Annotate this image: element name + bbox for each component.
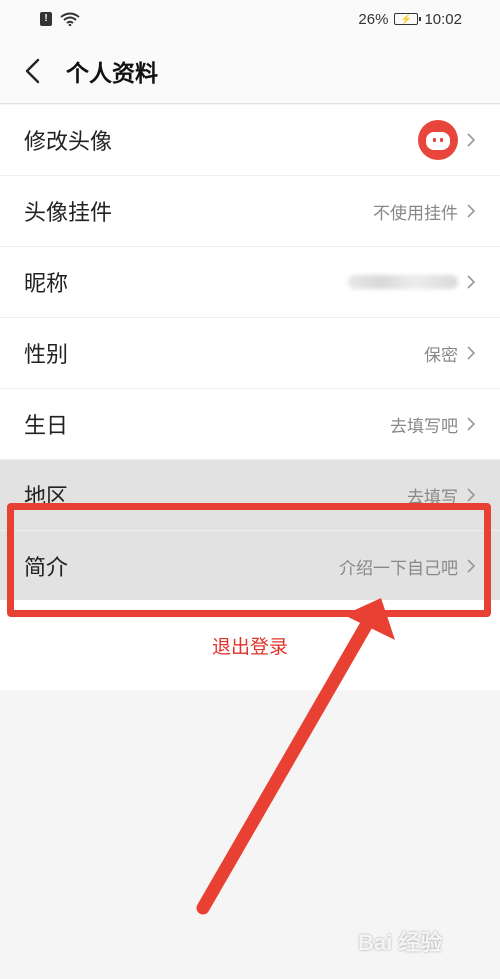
wifi-icon <box>60 12 80 26</box>
row-label: 性别 <box>24 343 69 368</box>
watermark: Bai 经验 <box>358 930 443 955</box>
page-title: 个人资料 <box>66 60 158 87</box>
row-gender[interactable]: 性别 保密 <box>0 318 500 389</box>
row-label: 生日 <box>24 414 69 439</box>
avatar <box>418 120 458 160</box>
clock: 10:02 <box>424 10 462 28</box>
sim-alert-icon: ! <box>40 12 52 26</box>
logout-area: 退出登录 <box>0 600 500 690</box>
row-value: 不使用挂件 <box>373 203 458 224</box>
row-birthday[interactable]: 生日 去填写吧 <box>0 389 500 460</box>
row-right: 去填写 <box>407 483 476 508</box>
row-label: 地区 <box>24 485 69 510</box>
status-left: ! <box>40 12 80 26</box>
row-right: 去填写吧 <box>390 412 476 437</box>
chevron-right-icon <box>467 559 476 573</box>
row-right: 不使用挂件 <box>373 199 476 224</box>
row-value: 保密 <box>424 345 458 366</box>
row-right <box>348 274 476 290</box>
row-change-avatar[interactable]: 修改头像 <box>0 105 500 176</box>
row-label: 头像挂件 <box>24 201 113 226</box>
chevron-right-icon <box>467 204 476 218</box>
row-bio[interactable]: 简介 介绍一下自己吧 <box>0 531 500 602</box>
chevron-right-icon <box>467 133 476 147</box>
row-right: 保密 <box>424 341 476 366</box>
logout-button[interactable]: 退出登录 <box>212 632 288 659</box>
battery-percent: 26% <box>358 10 389 28</box>
row-label: 修改头像 <box>24 130 113 155</box>
row-right: 介绍一下自己吧 <box>339 554 476 579</box>
row-value: 去填写 <box>407 487 458 508</box>
header: 个人资料 <box>0 38 500 104</box>
profile-list: 修改头像 头像挂件 不使用挂件 昵称 性别 保密 生日 去填写吧 地区 去填写 … <box>0 105 500 602</box>
status-right: 26% ⚡ 10:02 <box>358 11 462 28</box>
chevron-right-icon <box>467 417 476 431</box>
row-avatar-pendant[interactable]: 头像挂件 不使用挂件 <box>0 176 500 247</box>
row-right <box>418 120 476 160</box>
row-value: 介绍一下自己吧 <box>339 558 458 579</box>
row-region[interactable]: 地区 去填写 <box>0 460 500 531</box>
battery-charging-icon: ⚡ <box>394 13 422 25</box>
row-value: 去填写吧 <box>390 416 458 437</box>
chevron-right-icon <box>467 275 476 289</box>
row-label: 昵称 <box>24 272 69 297</box>
chevron-right-icon <box>467 488 476 502</box>
status-bar: ! 26% ⚡ 10:02 <box>0 0 500 38</box>
row-label: 简介 <box>24 556 69 581</box>
chevron-left-icon[interactable] <box>24 56 48 86</box>
chevron-right-icon <box>467 346 476 360</box>
blurred-nickname <box>348 275 458 289</box>
row-nickname[interactable]: 昵称 <box>0 247 500 318</box>
